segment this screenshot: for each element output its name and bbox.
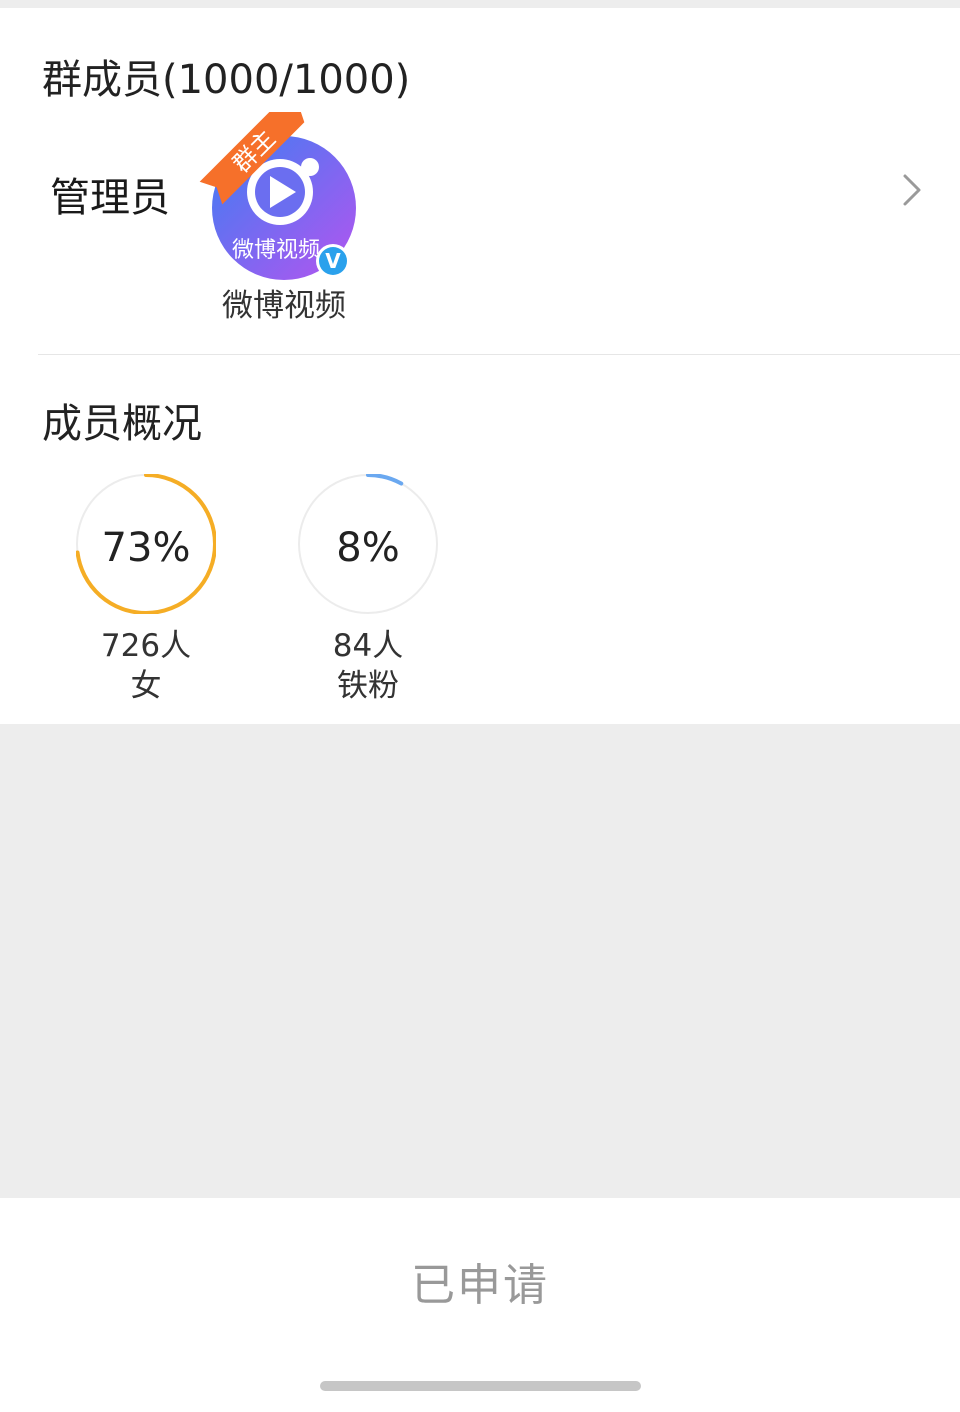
female-count: 726人: [100, 628, 192, 664]
section-divider: [38, 354, 960, 355]
bottom-bar: 已申请: [0, 1198, 960, 1412]
verified-badge-icon: V: [316, 244, 350, 278]
female-label: 女: [130, 668, 162, 704]
avatar-caption: 微博视频: [232, 238, 320, 263]
owner-avatar[interactable]: 微博视频 群主 V: [194, 112, 374, 282]
admin-row[interactable]: 管理员 微博视频 群主 V 微博视频: [0, 112, 960, 352]
applied-button[interactable]: 已申请: [330, 1250, 630, 1322]
admin-name[interactable]: 微博视频: [200, 284, 368, 328]
stat-loyal-fans: 8% 84人 铁粉: [288, 464, 448, 714]
female-percent: 73%: [101, 525, 191, 571]
group-members-card: 群成员(1000/1000) 管理员 微博视频 群主 V 微博视频 成员概况 7…: [0, 8, 960, 724]
loyal-fans-label: 铁粉: [337, 668, 399, 704]
loyal-fans-count: 84人: [332, 628, 404, 664]
admin-label: 管理员: [50, 175, 170, 221]
group-members-title: 群成员(1000/1000): [42, 57, 411, 103]
loyal-fans-percent: 8%: [336, 525, 400, 571]
member-overview-title: 成员概况: [42, 401, 202, 447]
verified-mark: V: [319, 247, 347, 275]
home-indicator: [320, 1381, 641, 1391]
chevron-right-icon[interactable]: [898, 168, 926, 212]
stat-female: 73% 726人 女: [66, 464, 226, 714]
empty-area: [0, 724, 960, 1198]
top-strip: [0, 0, 960, 8]
